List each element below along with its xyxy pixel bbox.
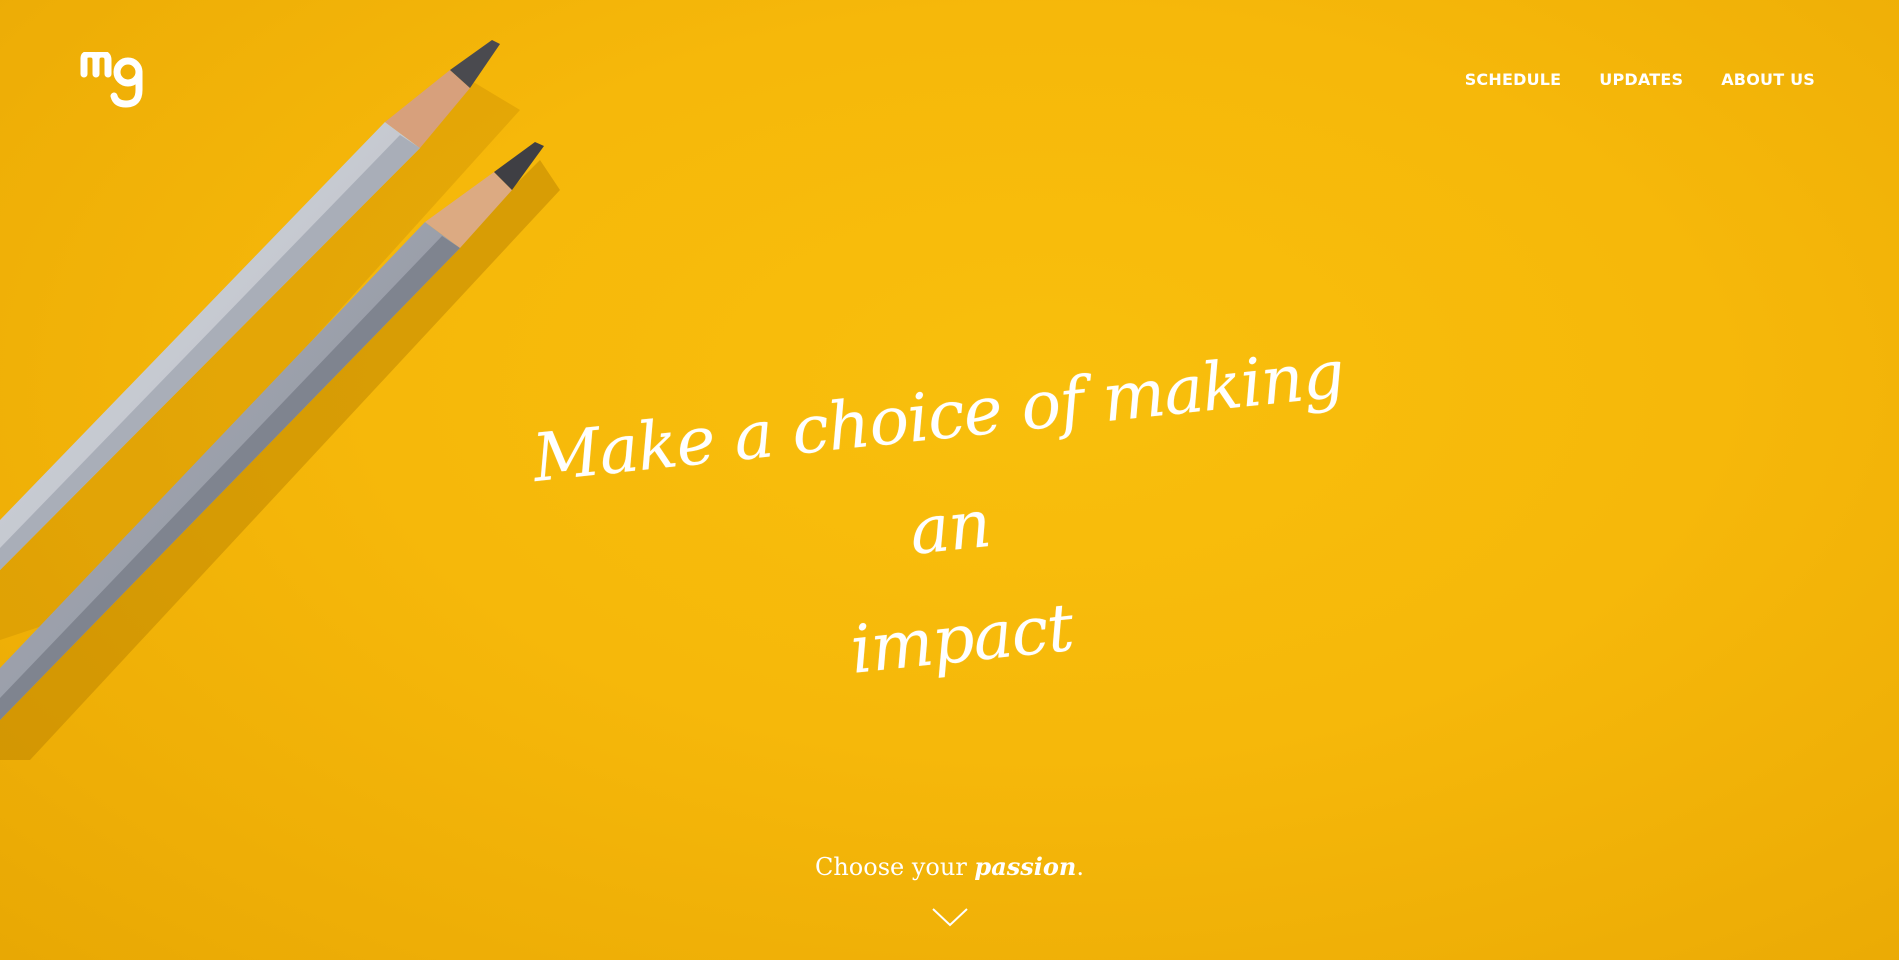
chevron-down-icon[interactable] — [931, 906, 969, 928]
main-nav: SCHEDULE UPDATES ABOUT US — [1465, 70, 1815, 89]
tagline-suffix: . — [1076, 853, 1084, 881]
tagline-prefix: Choose your — [814, 853, 975, 881]
mg-logo-icon[interactable] — [80, 52, 150, 108]
hero-tagline: Choose your passion. — [0, 852, 1899, 881]
tagline-emphasis: passion — [974, 852, 1077, 881]
nav-updates-link[interactable]: UPDATES — [1599, 70, 1683, 89]
nav-about-us-link[interactable]: ABOUT US — [1721, 70, 1815, 89]
nav-schedule-link[interactable]: SCHEDULE — [1465, 70, 1562, 89]
hero-section: SCHEDULE UPDATES ABOUT US Make a choice … — [0, 0, 1899, 960]
